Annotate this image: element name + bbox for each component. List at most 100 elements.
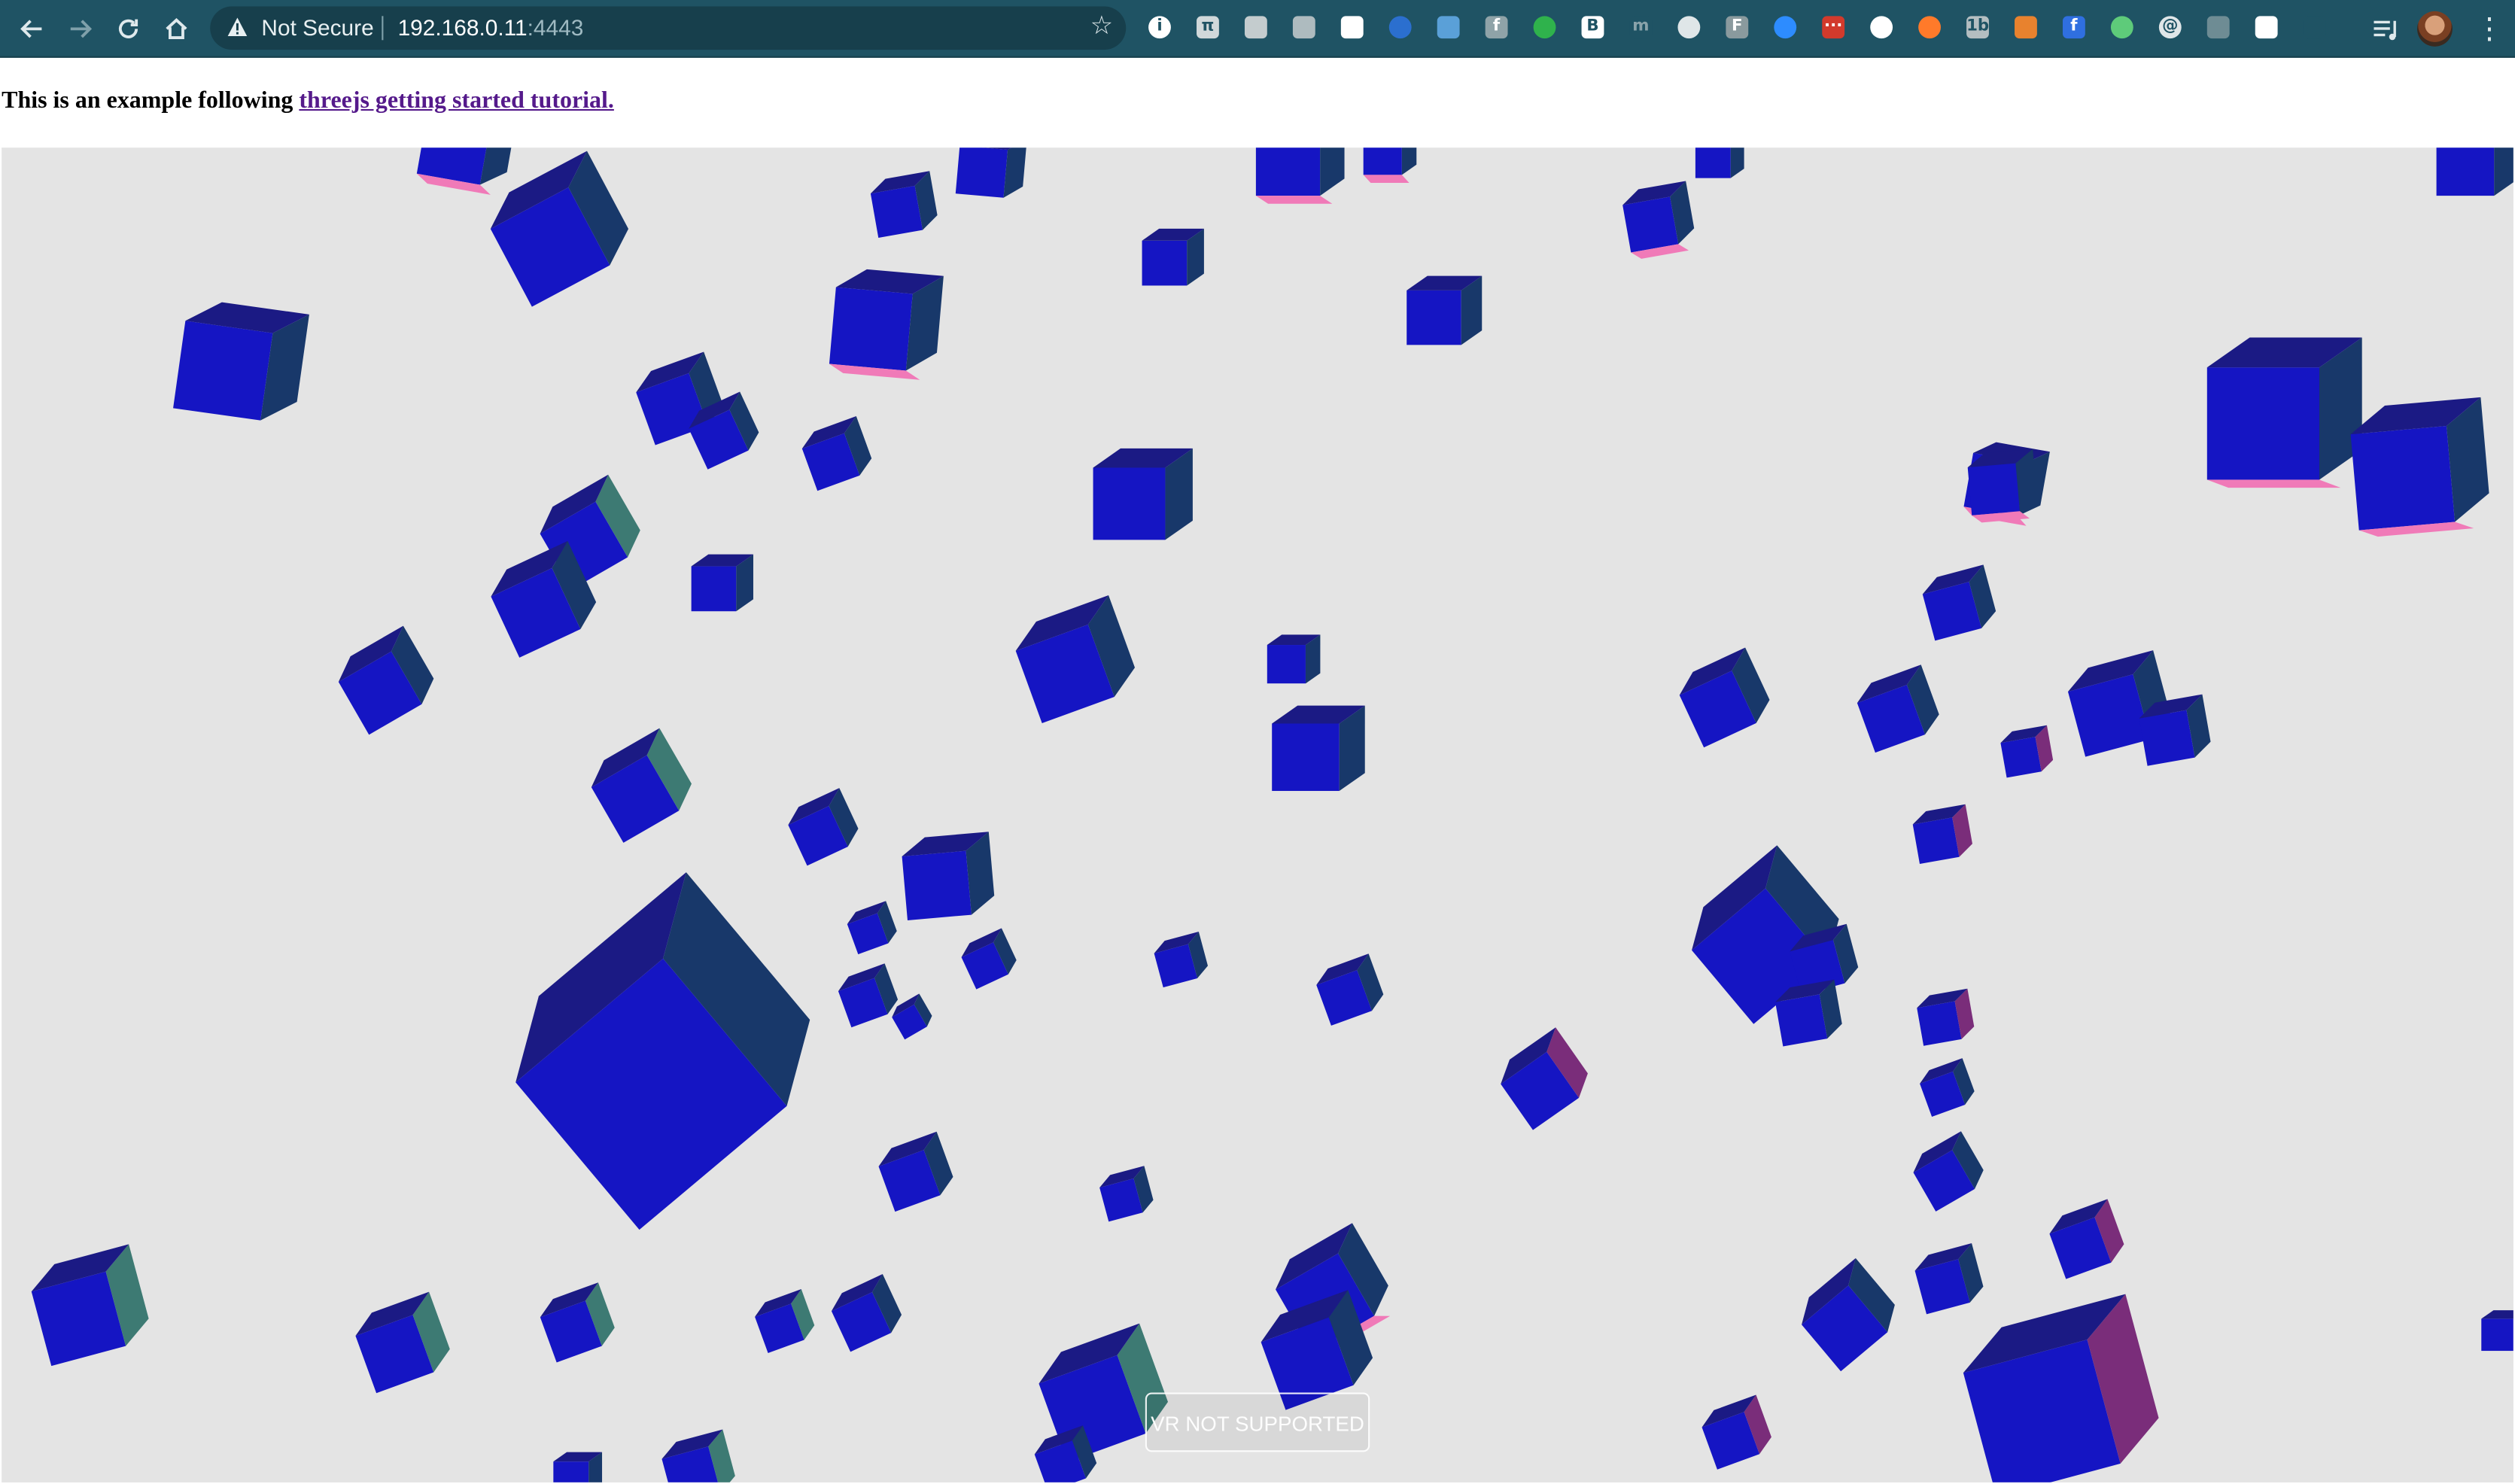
back-button[interactable] (13, 10, 51, 48)
chat-extension-icon[interactable] (1286, 10, 1321, 45)
evernote-extension-icon[interactable] (1527, 10, 1562, 45)
info-extension-icon[interactable]: i (1142, 10, 1178, 45)
at-extension-icon[interactable]: @ (2152, 10, 2188, 45)
cube (691, 554, 753, 612)
spotify-extension-icon-glyph (2110, 16, 2133, 39)
cube (173, 302, 309, 421)
calendar-extension-icon[interactable] (1334, 10, 1370, 45)
cube (1912, 804, 1972, 864)
kebab-menu-icon: ⋮ (2474, 13, 2504, 45)
bracket-extension-icon[interactable]: B (1575, 10, 1610, 45)
cube (1917, 988, 1975, 1046)
home-icon (166, 18, 187, 40)
url-text[interactable]: 192.168.0.11:4443 (398, 14, 584, 41)
bookmark-star-icon[interactable]: ☆ (1090, 13, 1114, 41)
circle-extension-icon[interactable] (1671, 10, 1707, 45)
clipboard-extension-icon[interactable] (1238, 10, 1273, 45)
calendar-red-extension-icon-glyph (2255, 16, 2278, 39)
clock-extension-icon[interactable] (1382, 10, 1418, 45)
threejs-canvas[interactable] (2, 147, 2513, 1482)
forward-arrow-icon (70, 20, 93, 38)
vr-button[interactable]: VR NOT SUPPORTED (1145, 1392, 1370, 1452)
info-extension-icon-glyph: i (1148, 16, 1171, 39)
facebook-extension-icon[interactable]: f (1479, 10, 1514, 45)
robot-extension-icon[interactable] (2200, 10, 2236, 45)
cube (31, 1244, 149, 1367)
cube (1255, 147, 1345, 204)
home-button[interactable] (157, 10, 196, 48)
cube (2350, 397, 2489, 537)
tutorial-link[interactable]: threejs getting started tutorial. (299, 88, 613, 114)
cube (788, 788, 859, 866)
f-extension-icon[interactable]: F (1720, 10, 1755, 45)
circle-extension-icon-glyph (1677, 16, 1701, 39)
dots-extension-icon[interactable]: ··· (1816, 10, 1851, 45)
spotify-extension-icon[interactable] (2104, 10, 2139, 45)
cube (1920, 1058, 1975, 1118)
cube (1267, 634, 1321, 684)
cube (1695, 147, 1744, 178)
cube (540, 1282, 615, 1363)
pill-extension-icon[interactable] (1912, 10, 1948, 45)
security-status-label[interactable]: Not Secure (261, 14, 373, 41)
fox-extension-icon[interactable] (2009, 10, 2044, 45)
script-extension-icon[interactable]: m (1623, 10, 1659, 45)
cube (829, 269, 944, 380)
rocket-extension-icon-glyph (2303, 16, 2326, 39)
shield-extension-icon[interactable] (1864, 10, 1899, 45)
profile-avatar[interactable] (2417, 11, 2453, 47)
cube (1802, 1257, 1895, 1372)
zoom-extension-icon-glyph (1774, 16, 1797, 39)
browser-menu-button[interactable]: ⋮ (2474, 10, 2506, 48)
cube (2049, 1199, 2124, 1279)
fox-extension-icon-glyph (2015, 16, 2037, 39)
1b-extension-icon-glyph: 1b (1966, 16, 1989, 39)
extensions-bar: i π f Bm F ··· 1b f @ (1142, 10, 2346, 48)
warning-icon (227, 17, 248, 36)
cube (1363, 147, 1417, 184)
cube (591, 728, 692, 843)
cube (515, 872, 810, 1230)
cube (1622, 181, 1695, 259)
cube (801, 416, 872, 491)
cube (1857, 664, 1939, 753)
f-extension-icon-glyph: F (1726, 16, 1749, 39)
forward-button[interactable] (61, 10, 99, 48)
pattern-extension-icon[interactable] (1431, 10, 1466, 45)
browser-toolbar: Not Secure 192.168.0.11:4443 ☆ i π f Bm F ···… (0, 0, 2515, 58)
cube-scene (31, 147, 2513, 1482)
zoom-extension-icon[interactable] (1768, 10, 1803, 45)
1b-extension-icon[interactable]: 1b (1960, 10, 1996, 45)
cube (1914, 1243, 1984, 1315)
cube (847, 901, 897, 955)
cube (338, 625, 434, 735)
chat-extension-icon-glyph (1292, 16, 1315, 39)
cube (2436, 147, 2513, 196)
cube (1913, 1131, 1984, 1212)
reading-list-icon[interactable] (2371, 11, 2403, 47)
back-arrow-icon (20, 20, 42, 38)
cube (1015, 595, 1136, 723)
cube (355, 1291, 450, 1394)
url-port: :4443 (527, 14, 584, 41)
cube (1501, 1027, 1588, 1130)
cube (661, 1429, 735, 1482)
cube (902, 832, 995, 921)
address-bar[interactable]: Not Secure 192.168.0.11:4443 ☆ (210, 6, 1127, 50)
facebook-blue-extension-icon[interactable]: f (2056, 10, 2091, 45)
intro-text: This is an example following (2, 88, 300, 114)
robot-extension-icon-glyph (2206, 16, 2230, 39)
cube (755, 1288, 815, 1354)
calendar-red-extension-icon[interactable] (2249, 10, 2284, 45)
reload-icon (118, 19, 138, 38)
cube (1963, 1294, 2159, 1482)
rocket-extension-icon[interactable] (2297, 10, 2332, 45)
calculator-extension-icon[interactable]: π (1190, 10, 1225, 45)
cube (1407, 275, 1483, 345)
cube (831, 1274, 902, 1352)
script-extension-icon-glyph: m (1629, 16, 1653, 39)
pattern-extension-icon-glyph (1437, 16, 1460, 39)
evernote-extension-icon-glyph (1533, 16, 1556, 39)
calendar-extension-icon-glyph (1340, 16, 1364, 39)
reload-button[interactable] (109, 10, 147, 48)
